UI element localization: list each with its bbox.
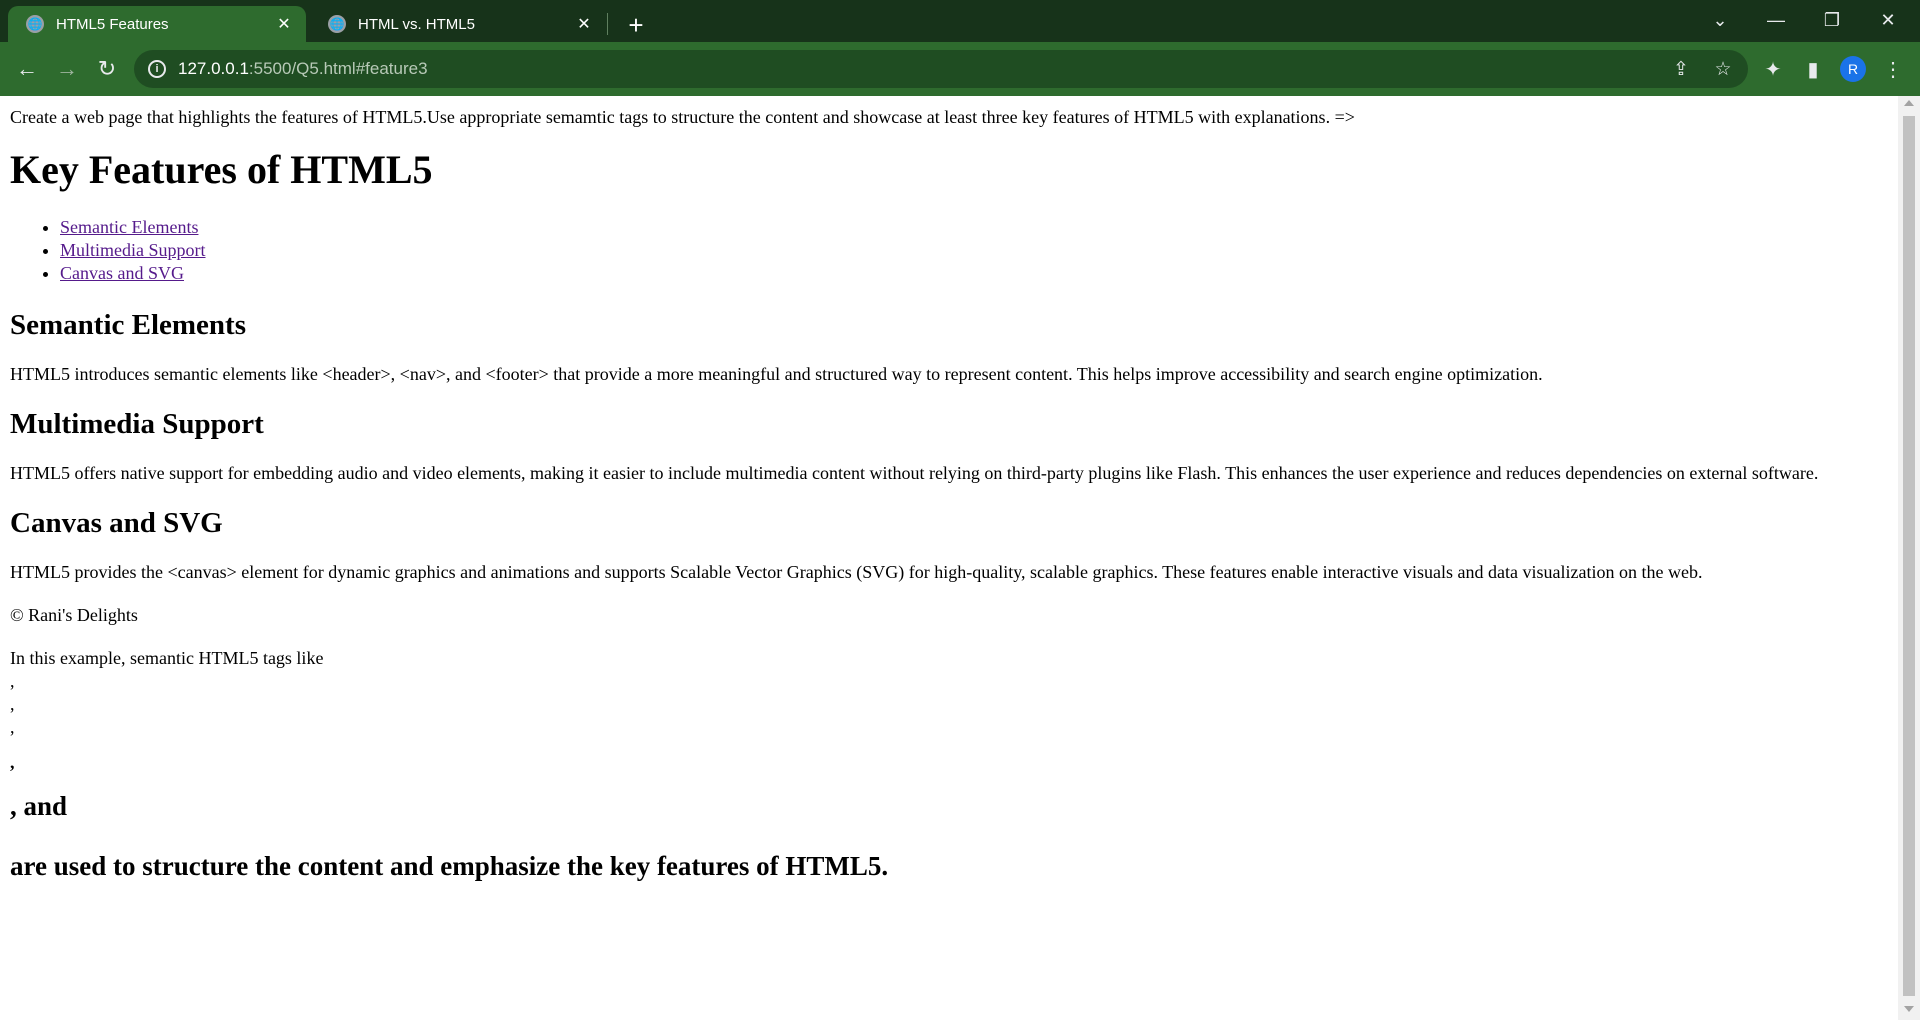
scroll-up-arrow-icon[interactable] (1904, 100, 1914, 106)
and-heading: , and (10, 791, 68, 821)
url-host: 127.0.0.1 (178, 59, 249, 78)
link-canvas-svg[interactable]: Canvas and SVG (60, 263, 184, 283)
close-icon[interactable]: ✕ (272, 12, 296, 36)
back-button[interactable]: ← (10, 52, 44, 86)
avatar[interactable]: R (1840, 56, 1866, 82)
tab-title: HTML vs. HTML5 (358, 15, 475, 33)
extensions-icon[interactable]: ✦ (1756, 52, 1790, 86)
feature-nav-list: Semantic Elements Multimedia Support Can… (10, 216, 1888, 285)
restore-button[interactable]: ❐ (1804, 0, 1860, 40)
section-text-canvas: HTML5 provides the <canvas> element for … (10, 562, 1703, 582)
globe-icon: 🌐 (328, 15, 346, 33)
address-bar[interactable]: i 127.0.0.1:5500/Q5.html#feature3 ⇪ ☆ (134, 50, 1748, 88)
tab-strip: 🌐 HTML5 Features ✕ 🌐 HTML vs. HTML5 ✕ + … (0, 0, 1920, 42)
comma-text: , (10, 671, 15, 691)
tab-html5-features[interactable]: 🌐 HTML5 Features ✕ (8, 6, 306, 42)
list-item: Semantic Elements (60, 216, 1888, 239)
tab-html-vs-html5[interactable]: 🌐 HTML vs. HTML5 ✕ (310, 6, 606, 42)
vertical-scrollbar[interactable] (1898, 96, 1920, 1020)
bookmark-star-icon[interactable]: ☆ (1706, 50, 1740, 88)
page-title: Key Features of HTML5 (10, 147, 433, 192)
info-icon[interactable]: i (148, 60, 166, 78)
comma-text: , (10, 694, 15, 714)
comma-lines: , , , (10, 670, 1888, 739)
browser-chrome: 🌐 HTML5 Features ✕ 🌐 HTML vs. HTML5 ✕ + … (0, 0, 1920, 96)
forward-button[interactable]: → (50, 52, 84, 86)
comma-text: , (10, 717, 15, 737)
section-title-canvas: Canvas and SVG (10, 507, 223, 539)
scroll-down-arrow-icon[interactable] (1904, 1006, 1914, 1012)
tab-title: HTML5 Features (56, 15, 169, 33)
new-tab-button[interactable]: + (620, 9, 652, 41)
share-icon[interactable]: ⇪ (1664, 50, 1698, 88)
intro-text: Create a web page that highlights the fe… (10, 107, 1355, 127)
section-title-semantic: Semantic Elements (10, 309, 246, 341)
link-multimedia-support[interactable]: Multimedia Support (60, 240, 206, 260)
example-text: In this example, semantic HTML5 tags lik… (10, 648, 324, 668)
url-path: :5500/Q5.html#feature3 (248, 59, 428, 78)
reload-button[interactable]: ↻ (90, 52, 124, 86)
section-text-semantic: HTML5 introduces semantic elements like … (10, 364, 1543, 384)
tab-separator (607, 13, 608, 35)
closing-heading: are used to structure the content and em… (10, 851, 889, 881)
close-window-button[interactable]: ✕ (1860, 0, 1916, 40)
link-semantic-elements[interactable]: Semantic Elements (60, 217, 198, 237)
minimize-button[interactable]: — (1748, 0, 1804, 40)
menu-icon[interactable]: ⋮ (1876, 52, 1910, 86)
close-icon[interactable]: ✕ (572, 12, 596, 36)
footer-copyright: © Rani's Delights (10, 605, 138, 625)
page-viewport: Create a web page that highlights the fe… (0, 96, 1898, 1020)
section-title-multimedia: Multimedia Support (10, 408, 264, 440)
section-text-multimedia: HTML5 offers native support for embeddin… (10, 463, 1819, 483)
comma-heading: , (10, 752, 15, 772)
list-item: Canvas and SVG (60, 262, 1888, 285)
list-item: Multimedia Support (60, 239, 1888, 262)
scrollbar-thumb[interactable] (1903, 116, 1915, 996)
side-panel-icon[interactable]: ▮ (1796, 52, 1830, 86)
tab-search-button[interactable]: ⌄ (1692, 0, 1748, 40)
globe-icon: 🌐 (26, 15, 44, 33)
toolbar: ← → ↻ i 127.0.0.1:5500/Q5.html#feature3 … (0, 42, 1920, 96)
